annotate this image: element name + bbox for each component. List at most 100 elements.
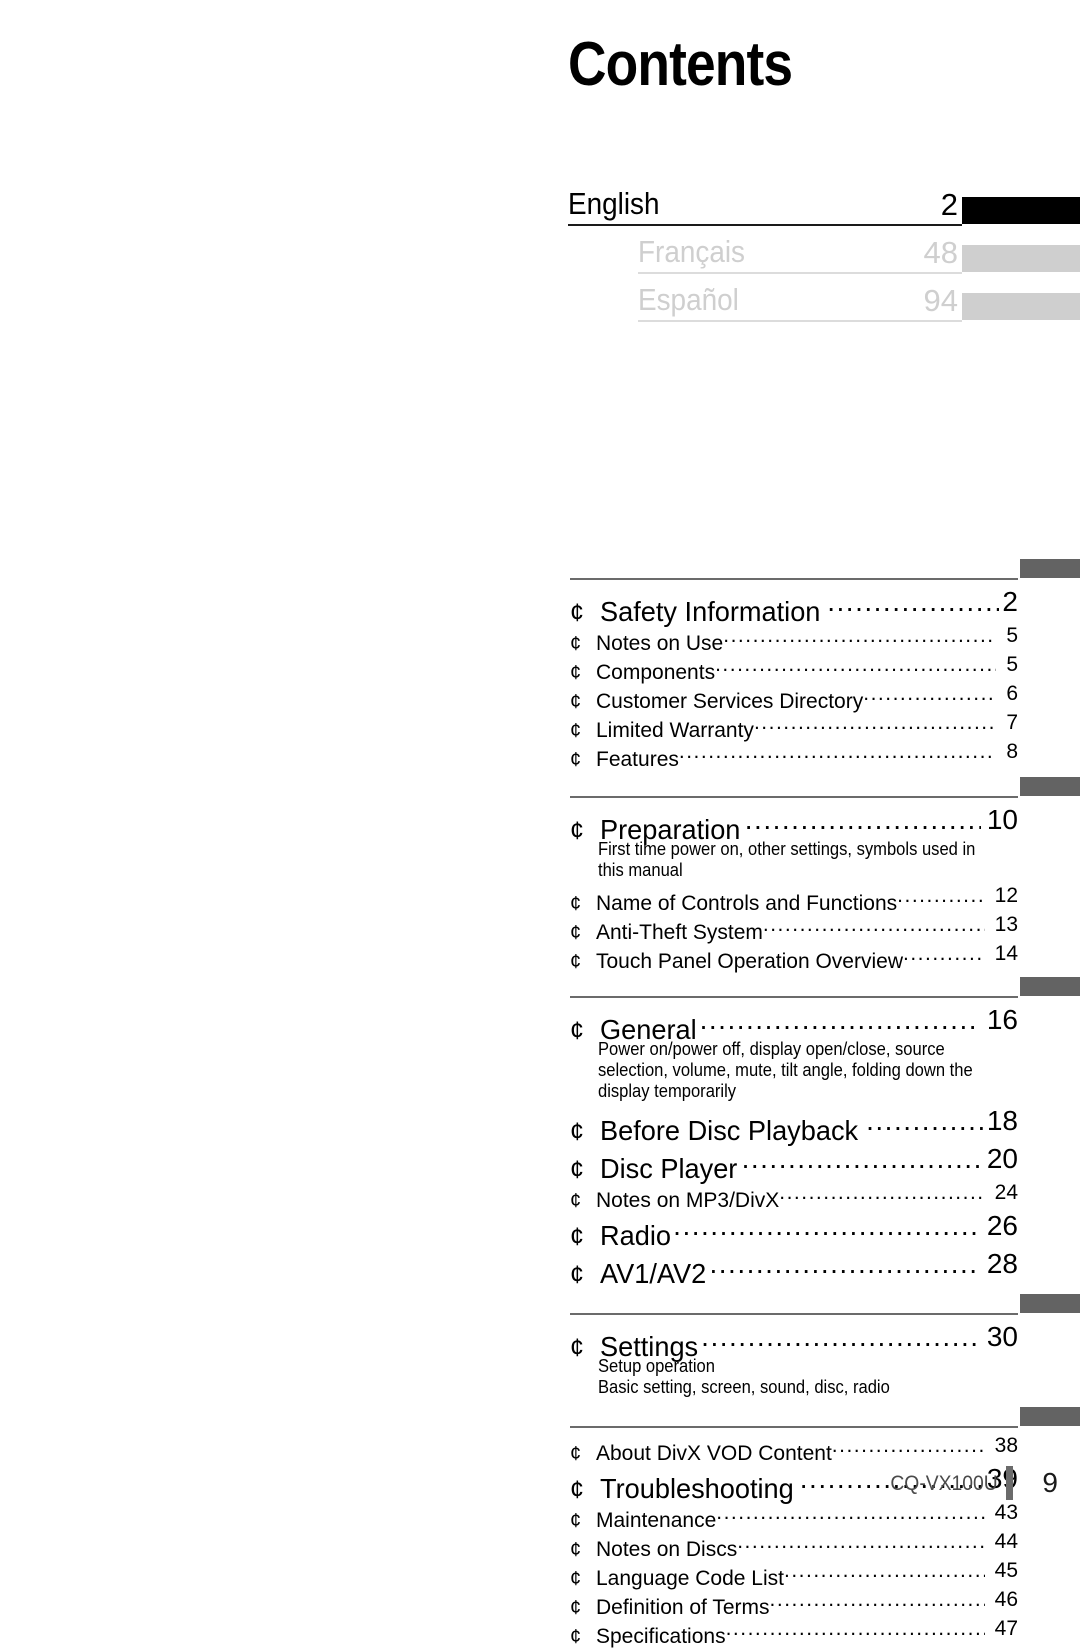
leader-dots: ........................................…	[744, 804, 981, 835]
leader-dots: ........................................…	[769, 1588, 985, 1611]
leader-dots: ........................................…	[725, 1617, 985, 1640]
language-underline	[638, 320, 962, 322]
toc-entry-page-number: 46	[994, 1588, 1018, 1611]
toc-section: ¢Preparation ...........................…	[0, 777, 1080, 973]
page-title: Contents	[568, 30, 793, 99]
section-body: ¢General ...............................…	[0, 998, 1080, 1289]
toc-entry[interactable]: ¢ Specifications ........................…	[570, 1614, 1018, 1648]
section-tab-marker	[1020, 1294, 1080, 1313]
toc-entry[interactable]: ¢ Components ............................…	[570, 650, 1018, 684]
section-divider	[570, 1313, 1018, 1315]
language-name: Español	[638, 282, 739, 317]
bullet-icon: ¢	[570, 749, 582, 771]
section-tab-marker	[1020, 777, 1080, 796]
language-name: Français	[638, 234, 745, 269]
footer-page-number: 9	[1042, 1467, 1058, 1498]
toc-entry[interactable]: ¢ About DivX VOD Content ................…	[570, 1431, 1018, 1465]
toc-entry-page-number: 47	[994, 1617, 1018, 1640]
toc-entry-description: First time power on, other settings, sym…	[598, 839, 976, 880]
section-body: ¢ Settings ..............................…	[0, 1315, 1080, 1398]
toc-entry-label: AV1/AV2	[600, 1258, 707, 1289]
toc-entry-page-number: 44	[994, 1530, 1018, 1553]
language-name: English	[568, 186, 660, 221]
bullet-icon: ¢	[570, 817, 584, 845]
toc-section: ¢General ...............................…	[0, 977, 1080, 1289]
leader-dots: ........................................…	[716, 1501, 984, 1524]
leader-dots: ........................................…	[673, 1210, 980, 1241]
toc-entry-page-number: 38	[994, 1434, 1018, 1457]
footer-divider-bar	[1006, 1466, 1013, 1500]
section-tab-marker	[1020, 1407, 1080, 1426]
toc-entry-page-number: 45	[994, 1559, 1018, 1582]
language-tab-marker-english	[962, 197, 1080, 224]
section-tab-marker	[1020, 977, 1080, 996]
toc-entry-page-number: 2	[1002, 586, 1018, 617]
toc-entry[interactable]: ¢ Settings ..............................…	[570, 1318, 1018, 1362]
toc-entry-page-number: 8	[1006, 740, 1018, 763]
toc-entry-page-number: 18	[986, 1105, 1018, 1136]
toc-entry-page-number: 14	[994, 942, 1018, 965]
toc-entry-page-number: 7	[1006, 711, 1018, 734]
leader-dots: ........................................…	[715, 653, 996, 676]
leader-dots: ........................................…	[701, 1321, 980, 1352]
language-row-english[interactable]: English 2	[0, 178, 1080, 226]
page-footer: CQ-VX100U 9	[0, 1460, 1080, 1500]
toc-entry-page-number: 26	[986, 1210, 1018, 1241]
toc-entry[interactable]: ¢General ...............................…	[570, 1001, 1018, 1045]
toc-entry[interactable]: ¢ Name of Controls and Functions ........…	[570, 881, 1018, 915]
toc-entry-page-number: 24	[994, 1181, 1018, 1204]
model-number: CQ-VX100U	[890, 1472, 998, 1495]
toc-entry-page-number: 10	[986, 804, 1018, 835]
section-divider	[570, 578, 1018, 580]
toc-entry[interactable]: ¢ Notes on Use ..........................…	[570, 621, 1018, 655]
toc-entry-description: Setup operation Basic setting, screen, so…	[598, 1356, 890, 1397]
toc-entry[interactable]: ¢Safety Information ....................…	[570, 583, 1018, 627]
language-tab-marker-francais	[962, 245, 1080, 272]
toc-entry[interactable]: ¢ Limited Warranty ......................…	[570, 708, 1018, 742]
leader-dots: ........................................…	[741, 1143, 981, 1174]
toc-entry[interactable]: ¢Disc Player ...........................…	[570, 1140, 1018, 1184]
toc-entry[interactable]: ¢ Language Code List ....................…	[570, 1556, 1018, 1590]
toc-entry[interactable]: ¢ Definition of Terms ...................…	[570, 1585, 1018, 1619]
bullet-icon: ¢	[570, 1017, 584, 1045]
toc-entry-page-number: 20	[986, 1143, 1018, 1174]
bullet-icon: ¢	[570, 1334, 584, 1362]
language-page-number: 94	[923, 283, 958, 318]
toc-entry-page-number: 5	[1006, 624, 1018, 647]
language-row-espanol[interactable]: Español 94	[0, 274, 1080, 322]
toc-entry[interactable]: ¢ Notes on MP3/DivX .....................…	[570, 1178, 1018, 1212]
toc-entry[interactable]: ¢ Maintenance ...........................…	[570, 1498, 1018, 1532]
language-page-number: 48	[923, 235, 958, 270]
toc-entry[interactable]: ¢ Features ..............................…	[570, 737, 1018, 771]
section-body: ¢Preparation ...........................…	[0, 798, 1080, 973]
toc-entry[interactable]: ¢ Anti-Theft System .....................…	[570, 910, 1018, 944]
leader-dots: ........................................…	[709, 1248, 980, 1279]
language-row-francais[interactable]: Français 48	[0, 226, 1080, 274]
toc-entry-page-number: 5	[1006, 653, 1018, 676]
toc-entry[interactable]: ¢Before Disc Playback ..................…	[570, 1102, 1018, 1146]
bullet-icon: ¢	[570, 1261, 584, 1289]
toc-entry-page-number: 43	[994, 1501, 1018, 1524]
leader-dots: ........................................…	[737, 1530, 985, 1553]
toc-entry-page-number: 30	[986, 1321, 1018, 1352]
toc-entry[interactable]: ¢Preparation ...........................…	[570, 801, 1018, 845]
toc-entry-label: Touch Panel Operation Overview	[596, 950, 903, 973]
leader-dots: ........................................…	[831, 1434, 985, 1457]
bullet-icon: ¢	[570, 1626, 582, 1648]
toc-section: ¢Safety Information ....................…	[0, 559, 1080, 771]
toc-entry[interactable]: ¢ Notes on Discs ........................…	[570, 1527, 1018, 1561]
toc-entry-page-number: 6	[1006, 682, 1018, 705]
leader-dots: ........................................…	[779, 1181, 985, 1204]
toc-entry[interactable]: ¢ AV1/AV2 ...............................…	[570, 1245, 1018, 1289]
leader-dots: ........................................…	[866, 1105, 985, 1136]
section-divider	[570, 1426, 1018, 1428]
toc-entry-page-number: 16	[986, 1004, 1018, 1035]
leader-dots: ........................................…	[699, 1004, 980, 1035]
toc-entry[interactable]: ¢ Touch Panel Operation Overview ........…	[570, 939, 1018, 973]
section-divider	[570, 996, 1018, 998]
leader-dots: ........................................…	[753, 711, 997, 734]
toc-entry[interactable]: ¢ Customer Services Directory ...........…	[570, 679, 1018, 713]
toc-entry-label: Specifications	[596, 1625, 726, 1648]
toc-entry[interactable]: ¢ Radio .................................…	[570, 1207, 1018, 1251]
toc-entry-description: Power on/power off, display open/close, …	[598, 1039, 973, 1101]
